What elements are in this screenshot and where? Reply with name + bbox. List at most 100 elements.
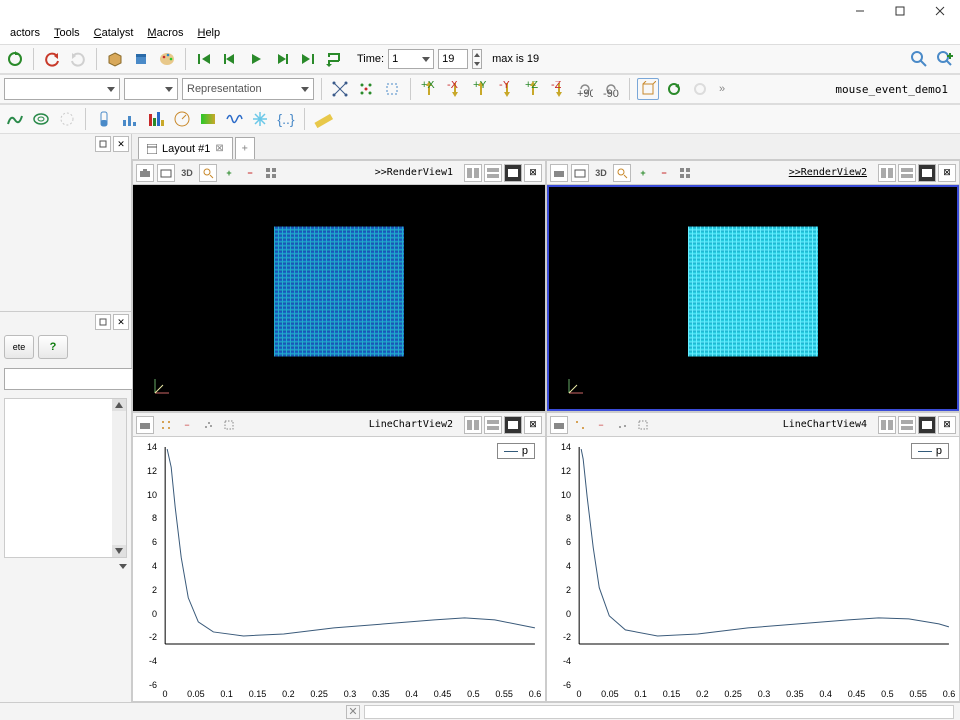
axis-nz-icon[interactable]: -Z: [548, 78, 570, 100]
refresh-icon[interactable]: [663, 78, 685, 100]
menu-macros[interactable]: Macros: [141, 25, 189, 41]
camera-icon[interactable]: [136, 416, 154, 434]
select-cells-icon[interactable]: [329, 78, 351, 100]
grid-icon[interactable]: [676, 164, 694, 182]
frame-stepper[interactable]: [472, 49, 482, 69]
array-combo[interactable]: [4, 78, 120, 100]
first-frame-icon[interactable]: [193, 48, 215, 70]
remove-icon[interactable]: −: [592, 416, 610, 434]
next-frame-icon[interactable]: [271, 48, 293, 70]
histogram-icon[interactable]: [119, 108, 141, 130]
remove-icon[interactable]: −: [655, 164, 673, 182]
axis-pz-icon[interactable]: +Z: [522, 78, 544, 100]
contour-icon[interactable]: [4, 108, 26, 130]
braces-icon[interactable]: {..}: [275, 108, 297, 130]
axis-py-icon[interactable]: +Y: [470, 78, 492, 100]
maximize-view-icon[interactable]: [504, 164, 522, 182]
tab-layout-1[interactable]: Layout #1 ⊠: [138, 137, 233, 159]
tab-add[interactable]: +: [235, 137, 255, 159]
split-h-icon[interactable]: [464, 416, 482, 434]
select-rect-icon[interactable]: [220, 416, 238, 434]
add-icon[interactable]: +: [634, 164, 652, 182]
time-value-field[interactable]: 1: [388, 49, 434, 69]
line-chart-2[interactable]: p 14121086420-2-4-600.050.10.150.20.250.…: [547, 437, 959, 701]
properties-tree[interactable]: [4, 398, 127, 558]
minimize-button[interactable]: [840, 0, 880, 22]
toolbar-overflow[interactable]: »: [719, 83, 725, 95]
panel-close-button[interactable]: ✕: [113, 314, 129, 330]
points-icon[interactable]: [571, 416, 589, 434]
help-button[interactable]: ?: [38, 335, 68, 359]
redo-icon[interactable]: [67, 48, 89, 70]
snapshot-icon[interactable]: [571, 164, 589, 182]
rotate-n90-icon[interactable]: -90: [600, 78, 622, 100]
reload-icon[interactable]: [4, 48, 26, 70]
close-view-icon[interactable]: ⊠: [938, 164, 956, 182]
rotate-p90-icon[interactable]: +90: [574, 78, 596, 100]
snowflake-icon[interactable]: [249, 108, 271, 130]
split-v-icon[interactable]: [898, 164, 916, 182]
select-block-icon[interactable]: [381, 78, 403, 100]
menu-catalyst[interactable]: Catalyst: [88, 25, 140, 41]
camera-icon[interactable]: [550, 416, 568, 434]
scroll-down-icon[interactable]: [112, 545, 126, 557]
axis-nx-icon[interactable]: -X: [444, 78, 466, 100]
panel-float-button[interactable]: [95, 314, 111, 330]
representation-combo[interactable]: Representation: [182, 78, 314, 100]
panel-close-button[interactable]: ✕: [113, 136, 129, 152]
menu-actors[interactable]: actors: [4, 25, 46, 41]
maximize-view-icon[interactable]: [918, 164, 936, 182]
dropdown-caret-icon[interactable]: [119, 564, 127, 569]
play-icon[interactable]: [245, 48, 267, 70]
select-points-icon[interactable]: [355, 78, 377, 100]
line-chart-1[interactable]: p 14121086420-2-4-600.050.10.150.20.250.…: [133, 437, 545, 701]
split-v-icon[interactable]: [898, 416, 916, 434]
axis-px-icon[interactable]: +X: [418, 78, 440, 100]
waveform-icon[interactable]: [223, 108, 245, 130]
scatter-icon[interactable]: [613, 416, 631, 434]
zoom-fit-icon[interactable]: [199, 164, 217, 182]
server-icon[interactable]: [130, 48, 152, 70]
split-h-icon[interactable]: [464, 164, 482, 182]
camera-icon[interactable]: [550, 164, 568, 182]
package-icon[interactable]: [104, 48, 126, 70]
time-frame-field[interactable]: 19: [438, 49, 468, 69]
ruler-icon[interactable]: [312, 108, 334, 130]
render-view-2[interactable]: [547, 185, 959, 411]
remove-icon[interactable]: −: [241, 164, 259, 182]
glyph-icon[interactable]: [56, 108, 78, 130]
scrollbar[interactable]: [112, 399, 126, 557]
status-close-icon[interactable]: ✕: [346, 705, 360, 719]
axis-3d-widget[interactable]: [151, 373, 175, 397]
split-v-icon[interactable]: [484, 164, 502, 182]
split-v-icon[interactable]: [484, 416, 502, 434]
panel-float-button[interactable]: [95, 136, 111, 152]
3d-label[interactable]: 3D: [178, 164, 196, 182]
component-combo[interactable]: [124, 78, 178, 100]
snapshot-icon[interactable]: [157, 164, 175, 182]
axis-ny-icon[interactable]: -Y: [496, 78, 518, 100]
grid-icon[interactable]: [262, 164, 280, 182]
render-view-1[interactable]: [133, 185, 545, 411]
points-icon[interactable]: [157, 416, 175, 434]
tab-close-icon[interactable]: ⊠: [215, 143, 223, 154]
menu-help[interactable]: Help: [191, 25, 226, 41]
prev-frame-icon[interactable]: [219, 48, 241, 70]
zoom-fit-icon[interactable]: [613, 164, 631, 182]
menu-tools[interactable]: Tools: [48, 25, 86, 41]
3d-label[interactable]: 3D: [592, 164, 610, 182]
last-frame-icon[interactable]: [297, 48, 319, 70]
camera-icon[interactable]: [136, 164, 154, 182]
remove-icon[interactable]: −: [178, 416, 196, 434]
split-h-icon[interactable]: [878, 164, 896, 182]
scatter-icon[interactable]: [199, 416, 217, 434]
maximize-button[interactable]: [880, 0, 920, 22]
gradient-icon[interactable]: [197, 108, 219, 130]
contour2-icon[interactable]: [30, 108, 52, 130]
select-rect-icon[interactable]: [634, 416, 652, 434]
properties-search-input[interactable]: [4, 368, 148, 390]
split-h-icon[interactable]: [878, 416, 896, 434]
close-view-icon[interactable]: ⊠: [524, 164, 542, 182]
palette-icon[interactable]: [156, 48, 178, 70]
zoom-to-data-icon[interactable]: [908, 48, 930, 70]
